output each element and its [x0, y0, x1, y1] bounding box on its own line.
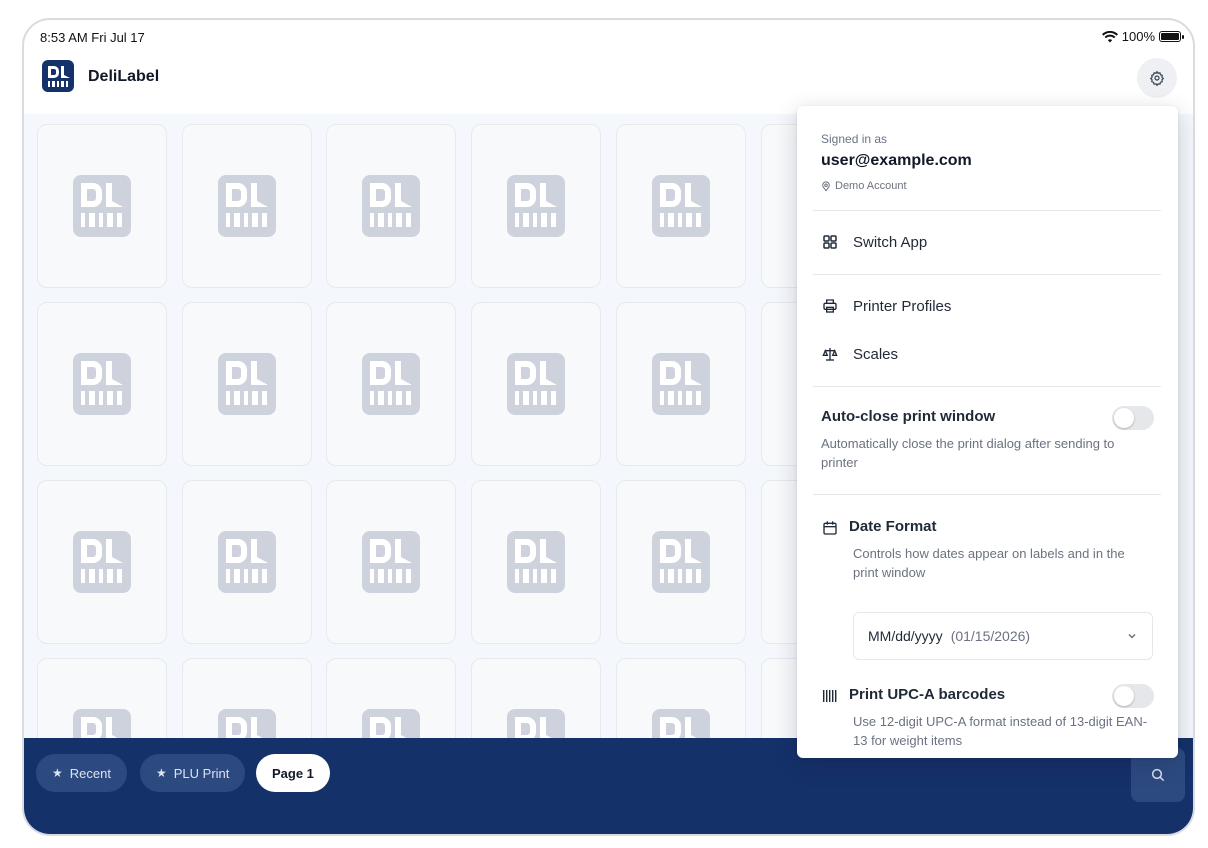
chevron-down-icon: [1128, 633, 1136, 639]
divider: [813, 494, 1161, 495]
barcode-icon: [821, 687, 839, 705]
tablet-screen: 8:53 AM Fri Jul 17 100% DeliLabel ★ Rece…: [22, 18, 1195, 836]
label-tile[interactable]: [471, 302, 601, 466]
star-icon: ★: [156, 766, 167, 780]
divider: [813, 274, 1161, 275]
label-tile[interactable]: [182, 302, 312, 466]
label-tile[interactable]: [616, 480, 746, 644]
label-tile[interactable]: [616, 302, 746, 466]
deli-label-logo-icon: [218, 175, 276, 237]
app-logo-icon: [42, 60, 74, 92]
auto-close-title: Auto-close print window: [821, 408, 996, 425]
label-tile[interactable]: [326, 302, 456, 466]
wifi-icon: [1101, 30, 1118, 42]
deli-label-logo-icon: [362, 531, 420, 593]
app-title: DeliLabel: [88, 68, 160, 85]
menu-item-label: Printer Profiles: [853, 297, 952, 315]
label-tile[interactable]: [326, 658, 456, 740]
star-icon: ★: [52, 766, 63, 780]
date-format-description: Controls how dates appear on labels and …: [853, 546, 1125, 580]
label-tile[interactable]: [37, 302, 167, 466]
status-time: 8:53 AM Fri Jul 17: [40, 30, 145, 45]
chip-page-1[interactable]: Page 1: [256, 754, 330, 792]
menu-item-switch-app[interactable]: Switch App: [821, 228, 927, 256]
auto-close-description: Automatically close the print dialog aft…: [821, 436, 1115, 470]
chip-label: Page 1: [272, 765, 314, 781]
menu-item-label: Scales: [853, 345, 899, 363]
menu-item-printer-profiles[interactable]: Printer Profiles: [821, 292, 951, 320]
settings-button[interactable]: [1137, 58, 1177, 98]
app-header: DeliLabel: [24, 54, 1193, 114]
label-tile[interactable]: [326, 124, 456, 288]
upc-description: Use 12-digit UPC-A format instead of 13-…: [853, 714, 1148, 748]
label-tile[interactable]: [616, 124, 746, 288]
divider: [813, 386, 1161, 387]
user-email: user@example.com: [821, 152, 972, 169]
chip-label: PLU Print: [173, 765, 230, 781]
deli-label-logo-icon: [507, 531, 565, 593]
chip-recent[interactable]: ★ Recent: [36, 754, 127, 792]
date-format-heading: [821, 514, 839, 542]
search-icon: [1151, 768, 1165, 782]
deli-label-logo-icon: [362, 175, 420, 237]
label-tile[interactable]: [182, 658, 312, 740]
deli-label-logo-icon: [73, 531, 131, 593]
deli-label-logo-icon: [507, 709, 565, 740]
label-tile[interactable]: [616, 658, 746, 740]
label-tile[interactable]: [182, 124, 312, 288]
label-tile[interactable]: [471, 480, 601, 644]
menu-item-scales[interactable]: Scales: [821, 340, 898, 368]
deli-label-logo-icon: [652, 175, 710, 237]
deli-label-logo-icon: [652, 353, 710, 415]
deli-label-logo-icon: [218, 531, 276, 593]
scale-icon: [821, 345, 839, 363]
printer-icon: [821, 297, 839, 315]
chip-plu-print[interactable]: ★ PLU Print: [140, 754, 246, 792]
deli-label-logo-icon: [73, 353, 131, 415]
divider: [813, 210, 1161, 211]
select-value: MM/dd/yyyy: [868, 628, 943, 644]
label-tile[interactable]: [37, 658, 167, 740]
settings-menu: Signed in as user@example.com Demo Accou…: [797, 106, 1178, 758]
battery-icon: [1159, 31, 1184, 42]
location-pin-icon: [822, 181, 830, 191]
account-name: Demo Account: [835, 180, 907, 192]
deli-label-logo-icon: [73, 709, 131, 740]
deli-label-logo-icon: [362, 353, 420, 415]
status-bar: 8:53 AM Fri Jul 17 100%: [24, 20, 1193, 54]
grid-icon: [821, 233, 839, 251]
auto-close-toggle[interactable]: [1112, 406, 1154, 430]
status-indicators: 100%: [1101, 29, 1184, 44]
upc-toggle[interactable]: [1112, 684, 1154, 708]
deli-label-logo-icon: [362, 709, 420, 740]
deli-label-logo-icon: [507, 175, 565, 237]
upc-heading: [821, 682, 839, 710]
date-format-select[interactable]: MM/dd/yyyy (01/15/2026): [853, 612, 1153, 660]
calendar-icon: [821, 519, 839, 537]
label-tile[interactable]: [326, 480, 456, 644]
deli-label-logo-icon: [218, 709, 276, 740]
gear-icon: [1149, 70, 1165, 86]
deli-label-logo-icon: [507, 353, 565, 415]
select-example: (01/15/2026): [950, 628, 1031, 644]
label-tile[interactable]: [182, 480, 312, 644]
label-tile[interactable]: [471, 658, 601, 740]
date-format-title: Date Format: [849, 518, 937, 535]
battery-percent: 100%: [1121, 29, 1155, 44]
label-tile[interactable]: [37, 480, 167, 644]
upc-title: Print UPC-A barcodes: [849, 686, 1006, 703]
deli-label-logo-icon: [218, 353, 276, 415]
label-tile[interactable]: [471, 124, 601, 288]
label-tile[interactable]: [37, 124, 167, 288]
account-row: Demo Account: [821, 180, 907, 192]
signed-in-label: Signed in as: [821, 132, 888, 146]
menu-item-label: Switch App: [853, 233, 928, 251]
deli-label-logo-icon: [73, 175, 131, 237]
deli-label-logo-icon: [652, 709, 710, 740]
deli-label-logo-icon: [652, 531, 710, 593]
chip-label: Recent: [69, 765, 111, 781]
